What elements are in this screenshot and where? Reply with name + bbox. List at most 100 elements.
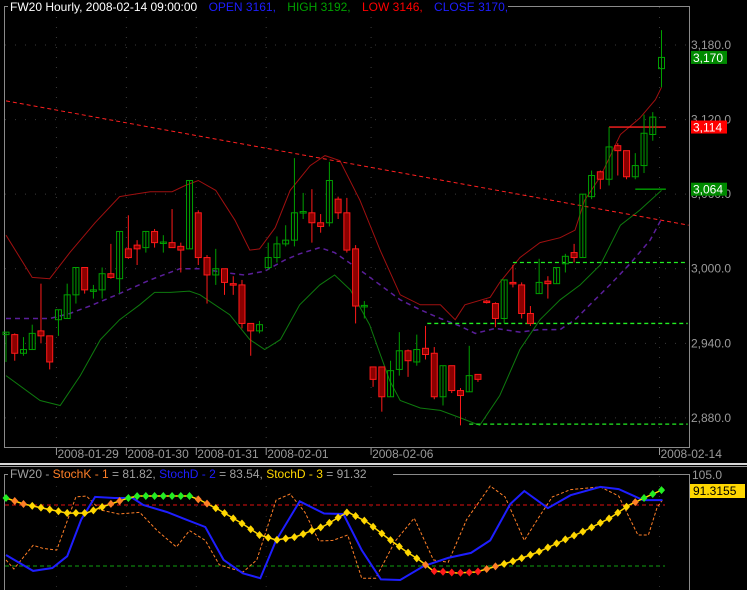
- stochd3-marker: [448, 568, 456, 577]
- candle: [448, 365, 456, 394]
- header-close: CLOSE 3170,: [434, 0, 508, 14]
- stochd3-marker: [11, 497, 19, 506]
- price-tag-label: 3,064: [693, 183, 723, 197]
- stochd3-marker: [413, 554, 421, 563]
- candle: [404, 349, 412, 377]
- candle: [526, 306, 534, 326]
- candle: [229, 276, 237, 295]
- stoch-prefix: FW20 -: [10, 467, 53, 481]
- x-tick-label: 2008-01-30: [127, 447, 189, 461]
- candle: [168, 209, 176, 249]
- candle: [465, 345, 473, 393]
- candle-body: [343, 212, 351, 251]
- stoch-plot-frame: [4, 474, 690, 590]
- candle: [159, 235, 167, 253]
- stochd3-marker: [623, 502, 631, 511]
- stochd2-label: StochD - 2: [159, 467, 216, 481]
- stochd3-marker: [264, 533, 272, 542]
- candle-body: [474, 373, 482, 380]
- stochd3-marker: [107, 499, 115, 508]
- candle: [553, 266, 561, 285]
- stochd3-marker: [2, 494, 10, 503]
- candle: [28, 324, 36, 351]
- stoch-header: FW20 - StochK - 1 = 81.82, StochD - 2 = …: [10, 467, 367, 481]
- x-tick-label: 2008-02-01: [267, 447, 329, 461]
- stochd3-marker: [535, 547, 543, 556]
- stochd3-marker: [63, 509, 71, 518]
- stochd3-marker: [553, 539, 561, 548]
- stochd3-marker: [282, 534, 290, 543]
- stochd3-marker: [299, 529, 307, 538]
- stochd3-marker: [649, 490, 657, 499]
- stochd3-marker: [46, 505, 54, 514]
- candle: [37, 283, 45, 344]
- stochd3-marker: [255, 531, 263, 540]
- candle: [500, 279, 508, 324]
- stochd3-marker: [526, 550, 534, 559]
- candle: [151, 228, 159, 248]
- candle: [98, 267, 106, 299]
- candle: [360, 301, 368, 319]
- stochd3-marker: [596, 518, 604, 527]
- stochd3-value: = 91.32: [326, 467, 367, 481]
- candle: [658, 30, 665, 88]
- stoch-axis-label: 105.0: [692, 468, 722, 482]
- candle-body: [151, 230, 159, 244]
- price-axis[interactable]: 3,180.03,120.03,060.03,000.02,940.02,880…: [691, 38, 731, 425]
- candle-body: [81, 266, 89, 291]
- candle: [194, 210, 202, 266]
- candle-body: [404, 350, 412, 362]
- candle: [395, 332, 403, 376]
- candle: [334, 196, 342, 220]
- stochd3-marker: [588, 523, 596, 532]
- candle: [588, 170, 596, 200]
- candle-body: [430, 352, 438, 398]
- stochd3-marker: [561, 535, 569, 544]
- y-tick-label: 2,880.0: [691, 411, 731, 425]
- stochd3-marker: [439, 567, 447, 576]
- stochk-label: StochK - 1: [53, 467, 109, 481]
- price-tags: 3,170 3,114 3,064: [691, 50, 727, 197]
- candle-body: [491, 303, 499, 319]
- candle-body: [107, 273, 115, 278]
- stochd3-marker: [404, 548, 412, 557]
- candle-body: [229, 283, 237, 286]
- candle: [54, 309, 62, 336]
- header-high: HIGH 3192,: [287, 0, 350, 14]
- candle: [343, 197, 351, 253]
- candle: [221, 268, 228, 295]
- candle-body: [369, 366, 377, 380]
- time-axis[interactable]: 2008-01-29 2008-01-30 2008-01-31 2008-02-01…: [55, 447, 722, 461]
- stoch-grid: [5, 476, 665, 589]
- candle-body: [614, 145, 622, 152]
- candle: [422, 325, 430, 360]
- candle-body: [596, 171, 604, 180]
- stochd3-marker: [500, 559, 508, 568]
- candle: [439, 365, 447, 406]
- candle-body: [194, 212, 202, 259]
- bollinger-lower-line: [5, 190, 662, 427]
- candle-body: [378, 366, 386, 398]
- candle: [605, 127, 613, 186]
- candle: [46, 335, 54, 370]
- stochd3-marker: [221, 509, 228, 518]
- candle: [579, 193, 587, 259]
- x-tick-label: 2008-01-29: [57, 447, 119, 461]
- candle: [72, 266, 80, 304]
- stochd3-marker: [491, 562, 499, 571]
- candle-body: [623, 150, 631, 178]
- candle-body: [221, 268, 228, 283]
- stochd3-marker: [465, 568, 473, 577]
- candle: [299, 192, 307, 220]
- candle-body: [570, 252, 578, 259]
- candle-body: [334, 198, 342, 214]
- candle: [369, 366, 377, 387]
- panel-splitter[interactable]: [0, 463, 747, 465]
- stochd3-marker: [317, 523, 325, 532]
- candle: [247, 322, 255, 356]
- candle: [413, 334, 421, 366]
- candle: [535, 258, 543, 295]
- candle-body: [247, 322, 255, 332]
- stochd3-label: StochD - 3: [266, 467, 323, 481]
- candle: [2, 331, 10, 362]
